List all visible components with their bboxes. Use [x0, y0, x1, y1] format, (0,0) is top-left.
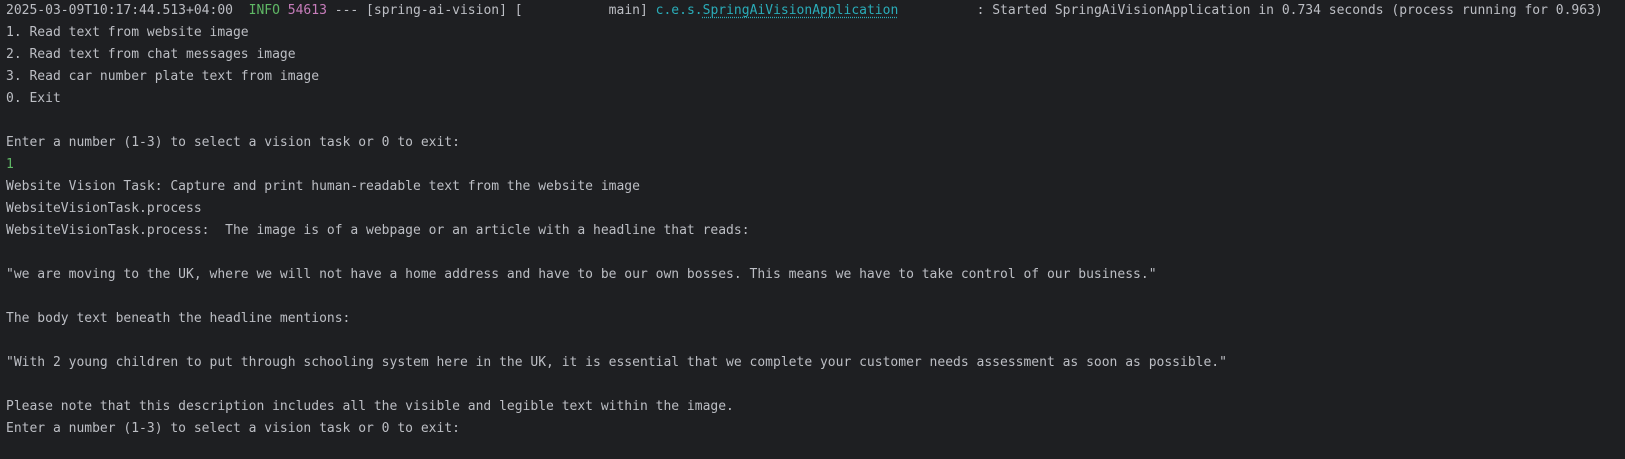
- log-pid: 54613: [287, 3, 327, 18]
- log-line: 2025-03-09T10:17:44.513+04:00 INFO 54613…: [6, 0, 1619, 22]
- log-spacer: [280, 3, 288, 18]
- menu-line: 0. Exit: [6, 91, 61, 106]
- log-message: : Started SpringAiVisionApplication in 0…: [976, 3, 1603, 18]
- log-timestamp: 2025-03-09T10:17:44.513+04:00: [6, 3, 233, 18]
- output-line: "With 2 young children to put through sc…: [6, 355, 1227, 370]
- output-line: "we are moving to the UK, where we will …: [6, 267, 1157, 282]
- log-spacer: [233, 3, 249, 18]
- output-line: WebsiteVisionTask.process: [6, 201, 202, 216]
- menu-line: 3. Read car number plate text from image: [6, 69, 320, 84]
- menu-line: 1. Read text from website image: [6, 25, 249, 40]
- prompt-line: Enter a number (1-3) to select a vision …: [6, 421, 460, 436]
- logger-class-link[interactable]: SpringAiVisionApplication: [703, 3, 899, 18]
- logger-prefix: c.e.s.: [655, 3, 703, 18]
- user-input-line: 1: [6, 157, 14, 172]
- output-line: Please note that this description includ…: [6, 399, 734, 414]
- output-line: Website Vision Task: Capture and print h…: [6, 179, 640, 194]
- output-line: WebsiteVisionTask.process: The image is …: [6, 223, 750, 238]
- console-output: 2025-03-09T10:17:44.513+04:00 INFO 54613…: [0, 0, 1625, 459]
- log-level: INFO: [248, 3, 280, 18]
- log-thread: --- [spring-ai-vision] [ main]: [326, 3, 656, 18]
- log-spacer: [898, 3, 976, 18]
- menu-line: 2. Read text from chat messages image: [6, 47, 296, 62]
- output-line: The body text beneath the headline menti…: [6, 311, 351, 326]
- prompt-line: Enter a number (1-3) to select a vision …: [6, 135, 460, 150]
